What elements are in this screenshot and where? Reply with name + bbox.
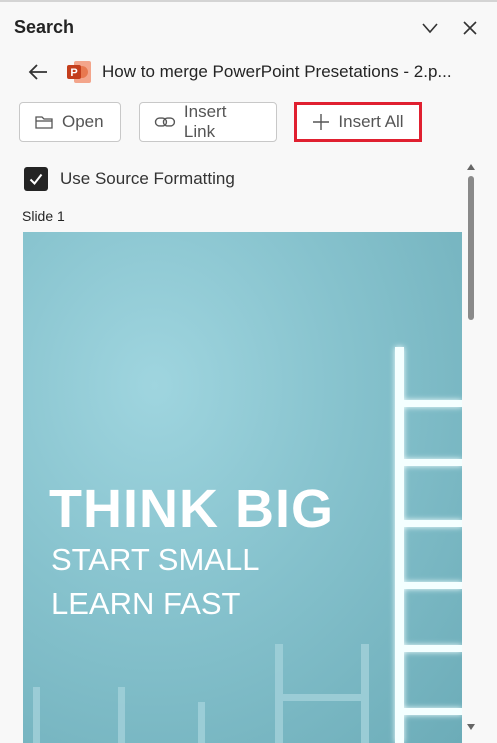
insert-link-button[interactable]: Insert Link — [139, 102, 277, 142]
slide-label: Slide 1 — [22, 208, 65, 224]
back-button[interactable] — [24, 58, 52, 86]
file-bar: P How to merge PowerPoint Presetations -… — [0, 54, 497, 90]
vertical-scrollbar[interactable] — [464, 160, 478, 743]
scrollbar-thumb[interactable] — [468, 176, 474, 320]
slide-line-2: LEARN FAST — [51, 586, 241, 621]
collapse-pane-button[interactable] — [416, 14, 444, 42]
scroll-down-arrow-icon[interactable] — [466, 722, 476, 732]
slide-line-1: START SMALL — [51, 542, 260, 577]
chevron-down-icon — [422, 23, 438, 34]
open-button[interactable]: Open — [19, 102, 121, 142]
use-source-formatting-option: Use Source Formatting — [24, 166, 235, 192]
close-icon — [463, 21, 477, 35]
open-button-label: Open — [62, 112, 104, 131]
use-source-formatting-checkbox[interactable] — [24, 167, 48, 191]
top-divider — [0, 0, 497, 2]
checkmark-icon — [29, 173, 43, 186]
file-name: How to merge PowerPoint Presetations - 2… — [102, 62, 452, 81]
folder-icon — [35, 116, 53, 129]
scroll-up-arrow-icon[interactable] — [466, 162, 476, 172]
slide-thumbnail[interactable]: THINK BIG START SMALL LEARN FAST — [23, 232, 462, 743]
pane-title: Search — [14, 17, 75, 37]
link-icon — [154, 117, 176, 127]
pane-header: Search — [0, 10, 497, 46]
insert-link-button-label: Insert Link — [183, 102, 227, 141]
use-source-formatting-label: Use Source Formatting — [60, 169, 235, 188]
close-pane-button[interactable] — [456, 14, 484, 42]
svg-text:P: P — [70, 67, 77, 79]
powerpoint-file-icon: P — [67, 61, 91, 83]
insert-all-button-label: Insert All — [338, 112, 404, 131]
insert-all-button[interactable]: Insert All — [294, 102, 422, 142]
back-arrow-icon — [28, 64, 47, 80]
plus-icon — [313, 114, 330, 130]
slide-headline: THINK BIG — [49, 479, 334, 539]
